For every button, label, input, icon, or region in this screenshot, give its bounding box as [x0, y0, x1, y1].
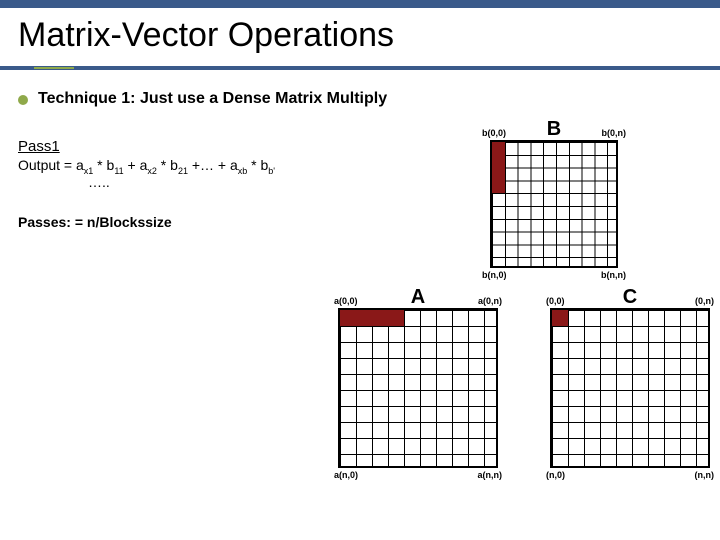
matrix-grid-a — [338, 308, 498, 468]
bullet-text-1: Technique 1: Just use a Dense Matrix Mul… — [38, 90, 387, 108]
formula-sub: 11 — [114, 166, 123, 176]
corner-label: b(n,n) — [601, 270, 626, 280]
corner-label: b(0,0) — [482, 128, 506, 138]
corner-label: (0,0) — [546, 296, 565, 306]
corner-label: (n,n) — [695, 470, 715, 480]
formula-part: +… + a — [188, 157, 238, 173]
title-underline — [0, 66, 720, 70]
highlighted-block-c — [552, 310, 568, 326]
formula-part: * b — [93, 157, 114, 173]
matrix-grid-b — [490, 140, 618, 268]
title-underline-accent — [34, 67, 74, 69]
formula-part: * b — [247, 157, 268, 173]
slide-content: Technique 1: Just use a Dense Matrix Mul… — [18, 90, 702, 522]
corner-label: a(n,0) — [334, 470, 358, 480]
formula-sub: x2 — [147, 166, 157, 176]
corner-label: b(0,n) — [602, 128, 627, 138]
highlighted-block-a — [340, 310, 404, 326]
corner-label: (n,0) — [546, 470, 565, 480]
matrix-label-a: A — [411, 286, 425, 309]
corner-label: a(n,n) — [478, 470, 503, 480]
corner-label: b(n,0) — [482, 270, 507, 280]
formula-sub: b' — [268, 166, 275, 176]
formula-part: * b — [157, 157, 178, 173]
corner-label: (0,n) — [695, 296, 714, 306]
formula-part: Output = a — [18, 157, 84, 173]
matrix-figure-a: A a(0,0) a(0,n) a(n,0) a(n,n) — [318, 308, 518, 468]
formula-part: + a — [124, 157, 148, 173]
bullet-item-1: Technique 1: Just use a Dense Matrix Mul… — [18, 90, 702, 108]
corner-label: a(0,n) — [478, 296, 502, 306]
matrix-label-c: C — [623, 286, 637, 309]
matrix-label-b: B — [547, 118, 561, 141]
matrix-grid-c — [550, 308, 710, 468]
matrix-figure-b: B b(0,0) b(0,n) b(n,0) b(n,n) — [474, 140, 634, 268]
formula-sub: xb — [238, 166, 248, 176]
highlighted-block-b — [492, 142, 505, 193]
formula-sub: 21 — [178, 166, 188, 176]
slide-title: Matrix-Vector Operations — [18, 16, 394, 55]
corner-label: a(0,0) — [334, 296, 358, 306]
slide-top-accent — [0, 0, 720, 8]
bullet-dot-icon — [18, 95, 28, 105]
matrix-figure-c: C (0,0) (0,n) (n,0) (n,n) — [530, 308, 720, 468]
